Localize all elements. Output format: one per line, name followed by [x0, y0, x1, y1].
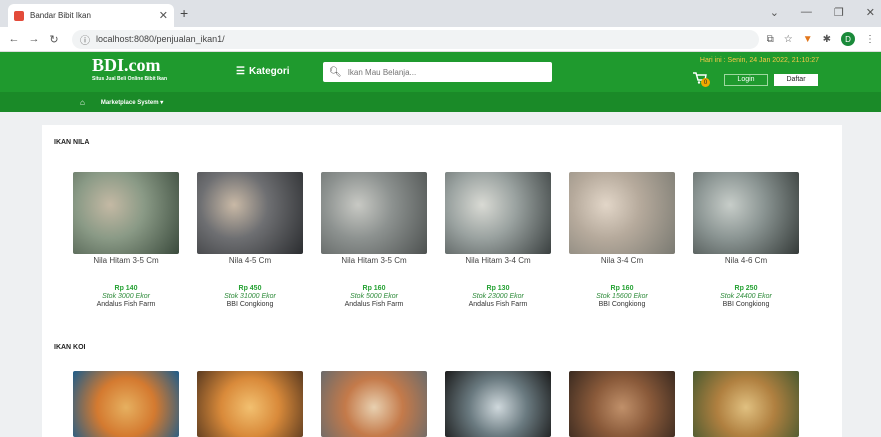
- product-stock: Stok 31000 Ekor: [224, 293, 276, 300]
- product-image[interactable]: [197, 371, 303, 437]
- product-card[interactable]: Nila Hitam 3-5 Cm Rp 140 Stok 3000 Ekor And…: [70, 172, 182, 308]
- date-text: Hari ini : Senin, 24 Jan 2022, 21:10:27: [699, 57, 819, 64]
- product-card[interactable]: Nila 4-5 Cm Rp 450 Stok 31000 Ekor BBI Cong…: [194, 172, 306, 308]
- window-controls: ⌄ — ❐ ✕: [770, 6, 875, 19]
- product-catalog: IKAN NILA Nila Hitam 3-5 Cm Rp 140 Stok 30…: [42, 125, 842, 437]
- product-name[interactable]: Nila 3-4 Cm: [566, 256, 678, 265]
- logo-tagline: Situs Jual Beli Online Bibit Ikan: [92, 76, 168, 82]
- product-image[interactable]: [569, 172, 675, 254]
- site-header: BDI.com Situs Jual Beli Online Bibit Ika…: [0, 52, 881, 92]
- search-icon[interactable]: 🔍︎: [329, 67, 342, 78]
- product-name[interactable]: Nila Hitam 3-4 Cm: [442, 256, 554, 265]
- home-icon[interactable]: ⌂: [80, 98, 85, 107]
- site-logo[interactable]: BDI.com Situs Jual Beli Online Bibit Ika…: [92, 56, 167, 82]
- product-price: Rp 250: [734, 285, 758, 292]
- favicon-icon: [14, 10, 24, 21]
- product-seller: Andalus Fish Farm: [96, 301, 156, 308]
- puzzle-icon[interactable]: ✱: [823, 34, 831, 45]
- product-image[interactable]: [445, 172, 551, 254]
- close-window-icon[interactable]: ✕: [866, 6, 875, 19]
- section-title-koi: IKAN KOI: [54, 344, 86, 351]
- tab-search-icon[interactable]: ⌄: [770, 6, 779, 19]
- product-card[interactable]: Nila 3-4 Cm Rp 160 Stok 15600 Ekor BBI Cong…: [566, 172, 678, 308]
- login-button[interactable]: Login: [724, 74, 768, 86]
- minimize-icon[interactable]: —: [801, 6, 812, 19]
- product-card[interactable]: [318, 371, 430, 437]
- product-name[interactable]: Nila Hitam 3-5 Cm: [70, 256, 182, 265]
- marketplace-menu[interactable]: Marketplace System ▾: [101, 99, 163, 106]
- product-price: Rp 140: [114, 285, 138, 292]
- product-stock: Stok 24400 Ekor: [720, 293, 772, 300]
- forward-icon[interactable]: →: [26, 33, 42, 45]
- reload-icon[interactable]: ↻: [46, 33, 62, 46]
- product-stock: Stok 3000 Ekor: [102, 293, 150, 300]
- info-icon[interactable]: ⓘ: [80, 32, 90, 47]
- product-card[interactable]: Nila Hitam 3-4 Cm Rp 130 Stok 23000 Ekor An…: [442, 172, 554, 308]
- browser-tab[interactable]: Bandar Bibit Ikan ✕: [8, 4, 174, 27]
- product-image[interactable]: [73, 172, 179, 254]
- back-icon[interactable]: ←: [6, 33, 22, 45]
- extension-icon[interactable]: ▼: [803, 34, 813, 45]
- product-card[interactable]: Nila Hitam 3-5 Cm Rp 160 Stok 5000 Ekor And…: [318, 172, 430, 308]
- product-card[interactable]: Nila 4-6 Cm Rp 250 Stok 24400 Ekor BBI Cong…: [690, 172, 802, 308]
- sub-navbar: ⌂ Marketplace System ▾: [0, 92, 881, 112]
- product-image[interactable]: [321, 371, 427, 437]
- product-seller: Andalus Fish Farm: [344, 301, 404, 308]
- browser-tabbar: Bandar Bibit Ikan ✕ + ⌄ — ❐ ✕: [0, 0, 881, 27]
- product-stock: Stok 15600 Ekor: [596, 293, 648, 300]
- section-title-nila: IKAN NILA: [54, 139, 90, 146]
- search-bar: 🔍︎: [323, 62, 552, 82]
- product-name[interactable]: Nila Hitam 3-5 Cm: [318, 256, 430, 265]
- product-stock: Stok 23000 Ekor: [472, 293, 524, 300]
- toolbar-extensions: ⧉ ☆ ▼ ✱ D ⋮: [767, 32, 875, 46]
- list-icon: ☰: [236, 66, 245, 77]
- product-image[interactable]: [321, 172, 427, 254]
- product-image[interactable]: [693, 371, 799, 437]
- product-card[interactable]: [70, 371, 182, 437]
- url-text: localhost:8080/penjualan_ikan1/: [96, 34, 225, 44]
- product-image[interactable]: [693, 172, 799, 254]
- address-bar-row: ← → ↻ ⓘ localhost:8080/penjualan_ikan1/ …: [0, 27, 881, 52]
- share-icon[interactable]: ⧉: [767, 34, 774, 45]
- menu-icon[interactable]: ⋮: [865, 34, 875, 45]
- bookmark-star-icon[interactable]: ☆: [784, 34, 793, 45]
- logo-text: BDI.com: [92, 55, 161, 75]
- product-image[interactable]: [445, 371, 551, 437]
- product-card[interactable]: [690, 371, 802, 437]
- product-card[interactable]: [442, 371, 554, 437]
- new-tab-icon[interactable]: +: [180, 5, 188, 21]
- product-name[interactable]: Nila 4-6 Cm: [690, 256, 802, 265]
- address-bar[interactable]: ⓘ localhost:8080/penjualan_ikan1/: [72, 29, 759, 49]
- product-price: Rp 160: [610, 285, 634, 292]
- product-seller: Andalus Fish Farm: [468, 301, 528, 308]
- kategori-label: Kategori: [248, 66, 290, 77]
- product-price: Rp 160: [362, 285, 386, 292]
- tab-title: Bandar Bibit Ikan: [30, 11, 91, 20]
- maximize-icon[interactable]: ❐: [834, 6, 844, 19]
- product-image[interactable]: [569, 371, 675, 437]
- product-seller: BBI Congkiong: [598, 301, 646, 308]
- product-image[interactable]: [73, 371, 179, 437]
- product-image[interactable]: [197, 172, 303, 254]
- product-price: Rp 450: [238, 285, 262, 292]
- product-seller: BBI Congkiong: [226, 301, 274, 308]
- product-price: Rp 130: [486, 285, 510, 292]
- cart-button[interactable]: 0: [693, 72, 710, 87]
- product-stock: Stok 5000 Ekor: [350, 293, 398, 300]
- search-input[interactable]: [347, 67, 538, 77]
- product-card[interactable]: [194, 371, 306, 437]
- product-seller: BBI Congkiong: [722, 301, 770, 308]
- daftar-button[interactable]: Daftar: [774, 74, 818, 86]
- tab-close-icon[interactable]: ✕: [159, 9, 168, 22]
- product-card[interactable]: [566, 371, 678, 437]
- product-name[interactable]: Nila 4-5 Cm: [194, 256, 306, 265]
- cart-count-badge: 0: [701, 78, 710, 87]
- profile-avatar[interactable]: D: [841, 32, 855, 46]
- kategori-button[interactable]: ☰ Kategori: [236, 66, 290, 77]
